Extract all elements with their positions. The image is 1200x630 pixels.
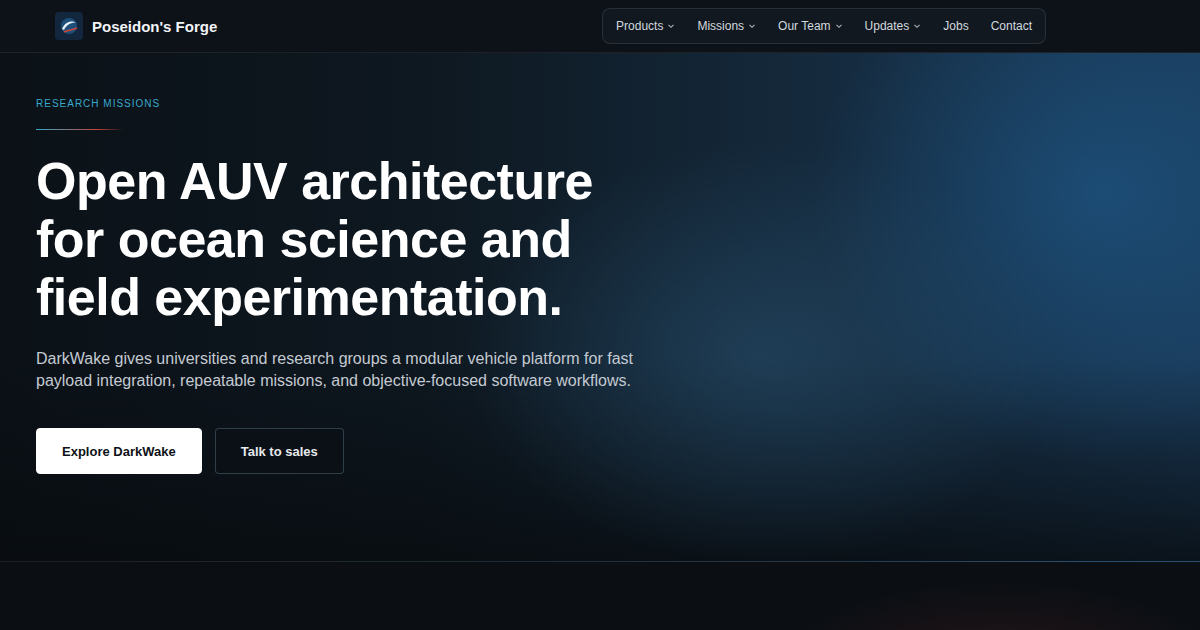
chevron-down-icon xyxy=(748,22,756,30)
landing-page: Poseidon's Forge Products Missions Our T… xyxy=(0,0,1200,630)
hero-title-line: field experimentation. xyxy=(36,268,593,326)
nav-label: Contact xyxy=(991,19,1032,33)
next-section xyxy=(0,562,1200,630)
chevron-down-icon xyxy=(913,22,921,30)
nav-label: Our Team xyxy=(778,19,830,33)
hero-title: Open AUV architecturefor ocean science a… xyxy=(36,152,593,326)
nav-item[interactable]: Contact xyxy=(991,19,1032,33)
primary-button[interactable]: Explore DarkWake xyxy=(36,428,202,474)
nav-label: Products xyxy=(616,19,663,33)
top-bar: Poseidon's Forge Products Missions Our T… xyxy=(0,0,1200,53)
trident-wave-icon xyxy=(55,12,83,40)
nav-item[interactable]: Missions xyxy=(697,19,756,33)
nav-label: Updates xyxy=(865,19,910,33)
nav-item[interactable]: Updates xyxy=(865,19,922,33)
nav-item[interactable]: Our Team xyxy=(778,19,842,33)
hero-title-line: for ocean science and xyxy=(36,210,593,268)
brand-name: Poseidon's Forge xyxy=(92,18,217,35)
hero-description: DarkWake gives universities and research… xyxy=(36,348,656,392)
hero-section: RESEARCH MISSIONS Open AUV architecturef… xyxy=(0,53,1200,562)
chevron-down-icon xyxy=(667,22,675,30)
hero-title-line: Open AUV architecture xyxy=(36,152,593,210)
nav-item[interactable]: Products xyxy=(616,19,675,33)
eyebrow-divider xyxy=(36,129,124,130)
main-nav: Products Missions Our Team Updates Jobs … xyxy=(602,8,1046,44)
brand-link[interactable]: Poseidon's Forge xyxy=(55,12,217,40)
chevron-down-icon xyxy=(835,22,843,30)
nav-label: Jobs xyxy=(943,19,968,33)
nav-item[interactable]: Jobs xyxy=(943,19,968,33)
hero-actions: Explore DarkWake Talk to sales xyxy=(36,428,344,474)
nav-label: Missions xyxy=(697,19,744,33)
hero-content: RESEARCH MISSIONS Open AUV architecturef… xyxy=(0,53,1200,474)
eyebrow: RESEARCH MISSIONS xyxy=(36,97,160,111)
secondary-button[interactable]: Talk to sales xyxy=(215,428,344,474)
